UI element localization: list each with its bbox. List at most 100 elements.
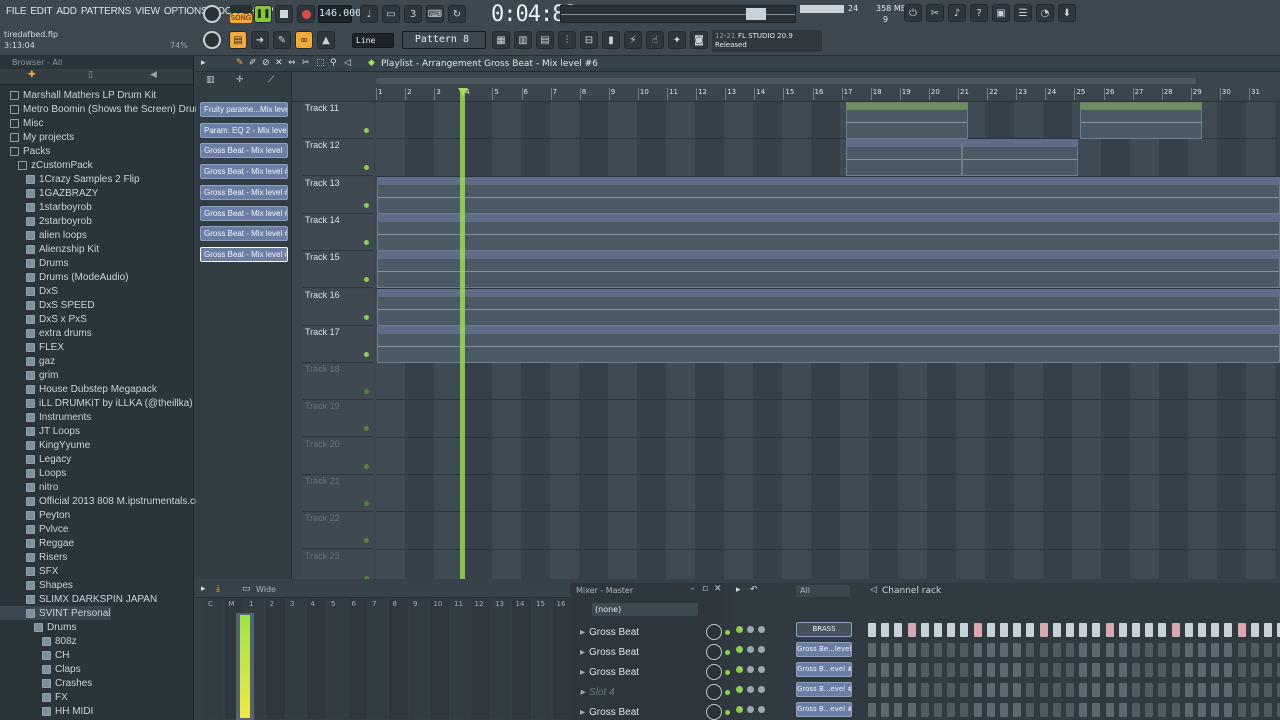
channel-mute-led[interactable]	[736, 706, 743, 713]
chat-button[interactable]: ◔	[1036, 4, 1054, 22]
step-button[interactable]	[1026, 623, 1035, 637]
browser-item[interactable]: Alienzship Kit	[0, 242, 99, 256]
track-header[interactable]: Track 17	[303, 325, 373, 363]
step-button[interactable]	[1184, 683, 1193, 697]
effect-slot[interactable]: ▸ Gross Beat	[580, 643, 730, 661]
playlist-clip[interactable]: Gross Beat - Mix level #2	[377, 176, 1280, 214]
playlist-tool-button[interactable]: ▤	[229, 31, 247, 49]
step-button[interactable]	[986, 623, 995, 637]
browser-doc-icon[interactable]: ▯	[88, 70, 93, 80]
step-button[interactable]	[1105, 623, 1114, 637]
browser-item[interactable]: grim	[0, 368, 58, 382]
mixer-track[interactable]: 15	[532, 599, 551, 719]
step-button[interactable]	[1250, 663, 1259, 677]
track-header[interactable]: Track 18	[303, 363, 373, 401]
step-button[interactable]	[1132, 683, 1140, 697]
insert-preset-select[interactable]: (none)	[592, 603, 698, 616]
step-button[interactable]	[1237, 703, 1246, 717]
track-mute-led[interactable]	[364, 239, 369, 245]
playlist-zoom-icon[interactable]: ⚲	[330, 58, 337, 68]
step-button[interactable]	[1145, 623, 1154, 637]
playlist-play-icon[interactable]: ◆	[368, 58, 375, 68]
step-button[interactable]	[947, 623, 956, 637]
picker-pattern-icon[interactable]: ▥	[206, 75, 215, 85]
step-button[interactable]	[881, 643, 890, 657]
step-button[interactable]	[1198, 683, 1206, 697]
slot-mix-knob[interactable]	[706, 624, 722, 640]
step-button[interactable]	[1092, 623, 1101, 637]
pattern-selector[interactable]: Pattern 8	[402, 31, 486, 49]
step-button[interactable]	[973, 623, 982, 637]
channel-knob[interactable]	[758, 666, 765, 673]
tempo-readout[interactable]: 146.000	[318, 5, 361, 23]
master-track[interactable]	[236, 613, 254, 720]
step-button[interactable]	[1092, 663, 1101, 677]
step-button[interactable]	[1052, 643, 1061, 657]
step-button[interactable]	[1145, 643, 1154, 657]
bar-number[interactable]: 27	[1132, 88, 1144, 100]
step-button[interactable]	[1079, 703, 1088, 717]
step-button[interactable]	[1000, 623, 1008, 637]
step-button[interactable]	[1250, 683, 1259, 697]
playlist-clip[interactable]: Pattern 8	[962, 139, 1078, 177]
step-button[interactable]	[1237, 643, 1246, 657]
channel-knob[interactable]	[747, 646, 754, 653]
browser-item[interactable]: 1Crazy Samples 2 Flip	[0, 172, 140, 186]
browser-item[interactable]: 2starboyrob	[0, 214, 92, 228]
restore-icon[interactable]: ▫	[702, 584, 708, 594]
effect-slot[interactable]: ▸ Gross Beat	[580, 623, 730, 641]
channel-knob[interactable]	[758, 646, 765, 653]
step-button[interactable]	[1052, 663, 1061, 677]
channel-knob[interactable]	[747, 706, 754, 713]
song-mode-button[interactable]: SONG	[230, 14, 252, 23]
playlist-mute-icon[interactable]: ✕	[275, 58, 283, 68]
view-plugins-button[interactable]: ▮	[602, 31, 620, 49]
browser-item[interactable]: JT Loops	[0, 424, 80, 438]
step-button[interactable]	[1132, 643, 1140, 657]
countdown-button[interactable]: 3	[404, 5, 422, 23]
step-button[interactable]	[960, 663, 969, 677]
step-button[interactable]	[986, 683, 995, 697]
mixer-track[interactable]: 5	[327, 599, 346, 719]
step-button[interactable]	[1079, 663, 1088, 677]
menu-view[interactable]: VIEW	[133, 6, 162, 20]
track-header[interactable]: Track 14	[303, 213, 373, 251]
bar-number[interactable]: 28	[1161, 88, 1173, 100]
bar-number[interactable]: 18	[870, 88, 882, 100]
step-button[interactable]	[881, 663, 890, 677]
step-button[interactable]	[1092, 703, 1101, 717]
bar-number[interactable]: 13	[725, 88, 736, 100]
browser-item[interactable]: 808z	[0, 634, 77, 648]
bar-number[interactable]: 31	[1249, 88, 1260, 100]
step-button[interactable]	[960, 703, 969, 717]
playlist-select-icon[interactable]: ⬚	[316, 58, 325, 68]
step-button[interactable]	[868, 643, 876, 657]
step-button[interactable]	[1013, 663, 1022, 677]
picker-cross-icon[interactable]: ✛	[236, 75, 244, 85]
channel-knob[interactable]	[758, 686, 765, 693]
step-button[interactable]	[894, 623, 903, 637]
step-button[interactable]	[1132, 703, 1140, 717]
step-button[interactable]	[907, 623, 916, 637]
step-button[interactable]	[934, 703, 942, 717]
step-button[interactable]	[1250, 623, 1259, 637]
step-button[interactable]	[1066, 623, 1074, 637]
bar-number[interactable]: 23	[1016, 88, 1027, 100]
pencil-tool-button[interactable]: ✎	[273, 31, 291, 49]
link-button[interactable]: ∞	[295, 31, 313, 49]
help-button[interactable]: ?	[970, 4, 988, 22]
step-button[interactable]	[1039, 663, 1048, 677]
bar-number[interactable]: 22	[987, 88, 998, 100]
picker-curve-icon[interactable]: ⟋	[268, 75, 274, 85]
channel-knob[interactable]	[747, 666, 754, 673]
step-button[interactable]	[1066, 683, 1074, 697]
step-button[interactable]	[960, 683, 969, 697]
browser-item[interactable]: DxS SPEED	[0, 298, 95, 312]
step-button[interactable]	[1000, 663, 1008, 677]
mixer-wide-label[interactable]: Wide	[256, 585, 276, 594]
browser-item[interactable]: extra drums	[0, 326, 92, 340]
step-button[interactable]	[881, 623, 890, 637]
step-button[interactable]	[947, 683, 956, 697]
step-button[interactable]	[1118, 663, 1127, 677]
step-button[interactable]	[960, 623, 969, 637]
